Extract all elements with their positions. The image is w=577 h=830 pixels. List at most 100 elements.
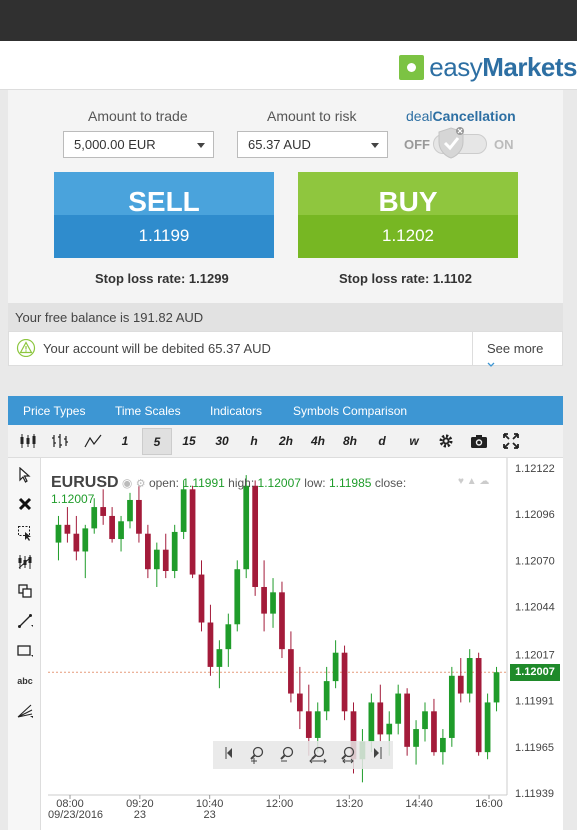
home-icon[interactable]: ▲ — [467, 476, 477, 487]
warning-icon — [16, 339, 36, 357]
gear-icon[interactable]: ⚙ — [136, 478, 146, 490]
heart-icon[interactable]: ♥ — [458, 476, 464, 487]
zoom-in-icon — [250, 746, 264, 764]
see-more-button[interactable]: See more — [472, 332, 563, 367]
screenshot-button[interactable] — [464, 428, 494, 455]
sell-label: SELL — [128, 186, 200, 217]
price-chart[interactable]: 1.12122 1.12096 1.12070 1.12044 1.12017 1.119… — [41, 458, 563, 830]
timeframe-4h[interactable]: 4h — [303, 428, 333, 455]
x-tick-date: 23 — [204, 809, 216, 821]
zoom-in-button[interactable] — [249, 746, 265, 769]
candle-body — [314, 711, 321, 738]
toggle-off-label: OFF — [404, 137, 430, 152]
chart-toolbar: 1 5 15 30 h 2h 4h 8h d w — [8, 425, 563, 458]
buy-rate: 1.1202 — [382, 226, 434, 245]
legend-actions: ♥ ▲ ☁ — [458, 476, 489, 487]
chart-legend: EURUSD ◉ ⚙ open: 1.11991 high: 1.12007 l… — [51, 474, 406, 506]
candle-body — [91, 507, 98, 529]
buy-button[interactable]: BUY 1.1202 — [298, 172, 518, 258]
amount-to-trade-select[interactable]: 5,000.00 EUR — [63, 131, 214, 158]
eye-icon[interactable]: ◉ — [122, 476, 132, 490]
text-tool[interactable]: abc — [12, 668, 38, 694]
timeframe-5[interactable]: 5 — [142, 428, 172, 455]
cursor-icon — [19, 467, 31, 483]
candlestick-chart-button[interactable] — [13, 428, 43, 455]
pattern-tool[interactable] — [12, 549, 38, 575]
toggle-on-label: ON — [494, 137, 514, 152]
delete-tool[interactable] — [12, 491, 38, 517]
scroll-right-button[interactable] — [373, 746, 383, 765]
drawing-tools-sidebar: abc — [8, 458, 41, 830]
rectangle-tool[interactable] — [12, 638, 38, 664]
candle-body — [368, 702, 375, 742]
logo-mark-icon — [399, 54, 425, 80]
easymarkets-logo[interactable]: easyMarkets — [399, 52, 577, 82]
y-tick-label: 1.12096 — [515, 509, 555, 521]
candlestick-icon — [20, 434, 36, 448]
chevron-down-icon — [371, 143, 379, 148]
timeframe-h[interactable]: h — [239, 428, 269, 455]
y-tick-label: 1.12122 — [515, 463, 555, 475]
amount-to-risk-select[interactable]: 65.37 AUD — [237, 131, 388, 158]
fan-tool[interactable] — [12, 698, 38, 724]
chart-menu-bar: Price Types Time Scales Indicators Symbo… — [8, 396, 563, 425]
candle-body — [225, 624, 232, 650]
buy-label: BUY — [378, 186, 438, 217]
menu-symbols-comparison[interactable]: Symbols Comparison — [293, 404, 407, 418]
debit-notice-bar: Your account will be debited 65.37 AUD S… — [8, 331, 563, 367]
timeframe-8h[interactable]: 8h — [335, 428, 365, 455]
candle-body — [216, 649, 223, 667]
candle-body — [341, 652, 348, 712]
zoom-out-button[interactable] — [279, 746, 295, 769]
fullscreen-button[interactable] — [496, 428, 526, 455]
legend-symbol: EURUSD — [51, 474, 119, 491]
timeframe-w[interactable]: w — [399, 428, 429, 455]
line-chart-icon — [84, 434, 102, 448]
settings-button[interactable] — [431, 428, 461, 455]
legend-close: 1.12007 — [51, 492, 95, 506]
cursor-tool[interactable] — [12, 462, 38, 488]
candle-body — [261, 586, 267, 614]
ohlc-bars-icon — [52, 434, 68, 448]
timeframe-30[interactable]: 30 — [207, 428, 237, 455]
timeframe-d[interactable]: d — [367, 428, 397, 455]
candle-body — [109, 515, 115, 540]
deal-cancellation-label: dealCancellation — [406, 108, 516, 124]
candle-body — [377, 702, 384, 735]
sell-stop-loss: Stop loss rate: 1.1299 — [95, 271, 229, 286]
ohlc-chart-button[interactable] — [45, 428, 75, 455]
menu-price-types[interactable]: Price Types — [23, 404, 85, 418]
fit-zoom-button[interactable] — [339, 746, 357, 769]
cloud-icon[interactable]: ☁ — [479, 476, 489, 487]
select-area-tool[interactable] — [12, 520, 38, 546]
fullscreen-icon — [503, 433, 519, 449]
candle-body — [296, 693, 303, 712]
zoom-out-icon — [280, 746, 294, 762]
logo-text-light: easy — [429, 51, 483, 82]
x-tick-date: 23 — [134, 809, 146, 821]
free-balance: Your free balance is 191.82 AUD — [8, 303, 563, 331]
amount-to-trade-label: Amount to trade — [88, 108, 188, 124]
reset-zoom-icon — [309, 746, 327, 764]
chevron-down-icon — [487, 362, 495, 367]
timeframe-1[interactable]: 1 — [110, 428, 140, 455]
scroll-left-button[interactable] — [223, 746, 233, 765]
y-tick-label: 1.11939 — [515, 788, 554, 800]
clone-tool[interactable] — [12, 578, 38, 604]
menu-indicators[interactable]: Indicators — [210, 404, 262, 418]
amount-to-trade-value: 5,000.00 EUR — [74, 137, 156, 152]
sell-button[interactable]: SELL 1.1199 — [54, 172, 274, 258]
reset-zoom-button[interactable] — [309, 746, 327, 769]
timeframe-2h[interactable]: 2h — [271, 428, 301, 455]
trendline-tool[interactable] — [12, 608, 38, 634]
sell-rate: 1.1199 — [138, 226, 190, 245]
line-chart-button[interactable] — [78, 428, 108, 455]
legend-low: 1.11985 — [328, 476, 372, 490]
buy-stop-loss: Stop loss rate: 1.1102 — [339, 271, 472, 286]
legend-low-label: low: — [304, 476, 326, 490]
last-price-tag: 1.12007 — [510, 664, 560, 682]
timeframe-15[interactable]: 15 — [174, 428, 204, 455]
candle-body — [457, 675, 464, 694]
x-tick-time: 13:20 — [336, 798, 364, 810]
menu-time-scales[interactable]: Time Scales — [115, 404, 181, 418]
